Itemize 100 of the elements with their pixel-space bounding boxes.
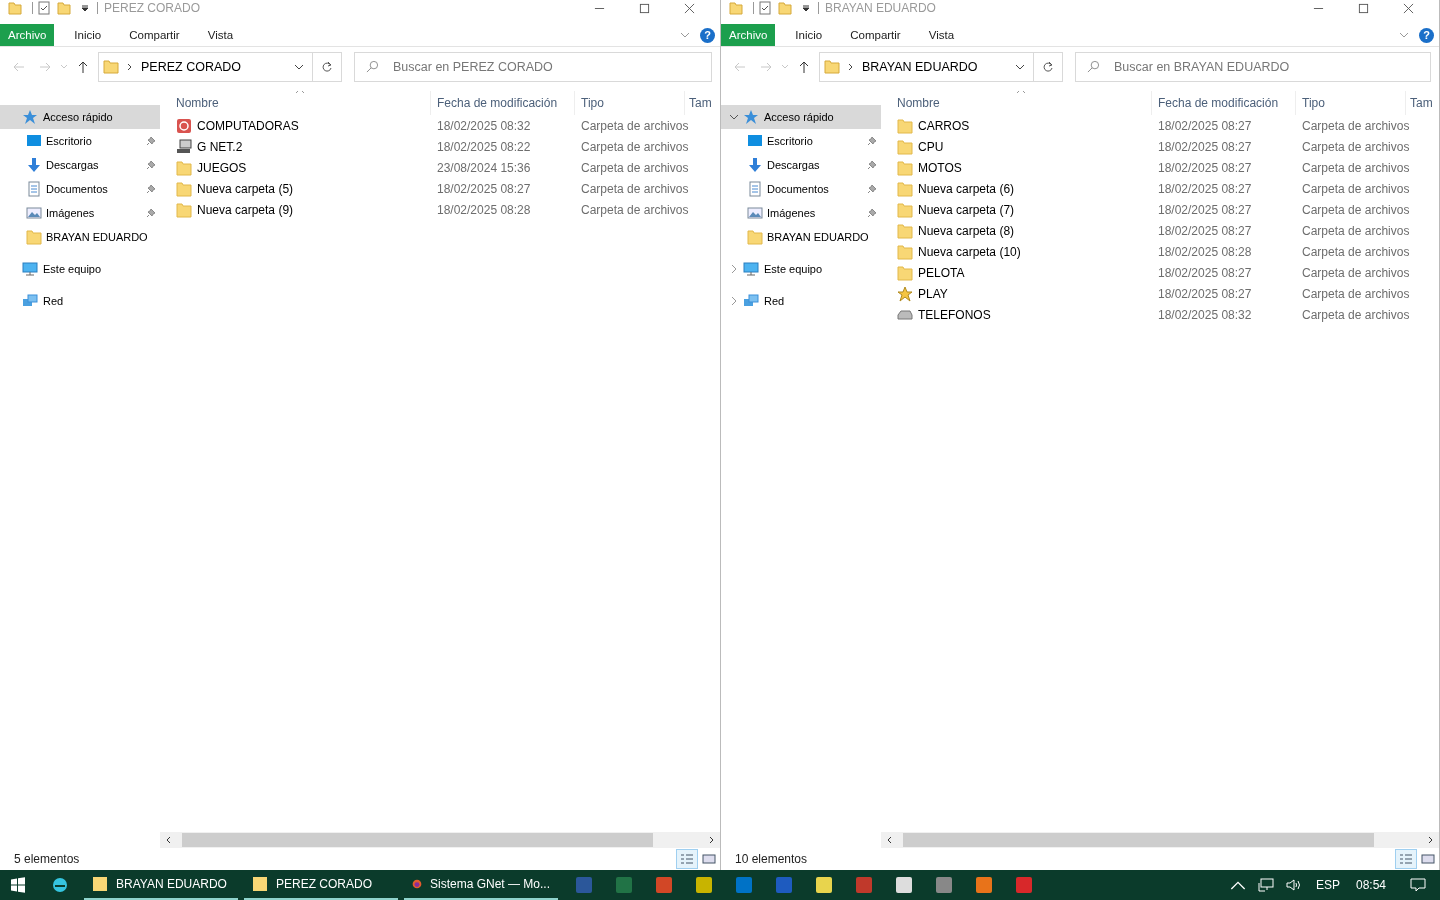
pin-icon[interactable] xyxy=(146,208,156,218)
chevron-down-icon[interactable] xyxy=(680,32,690,38)
nav-item[interactable]: Documentos xyxy=(721,177,881,201)
nav-item[interactable]: Documentos xyxy=(0,177,160,201)
nav-item[interactable]: Este equipo xyxy=(721,257,881,281)
pin-icon[interactable] xyxy=(867,136,877,146)
clock[interactable]: 08:54 xyxy=(1355,878,1386,892)
taskbar-window-button[interactable]: BRAYAN EDUARDO xyxy=(84,870,238,900)
nav-item[interactable]: Imágenes xyxy=(721,201,881,225)
horizontal-scrollbar[interactable] xyxy=(160,832,720,848)
file-row[interactable]: Nueva carpeta (8) 18/02/2025 08:27 Carpeta de archivos xyxy=(891,220,1439,241)
pin-icon[interactable] xyxy=(867,184,877,194)
maximize-icon[interactable] xyxy=(639,2,650,14)
folder-icon[interactable] xyxy=(8,1,22,15)
volume-icon[interactable] xyxy=(1285,878,1302,892)
scroll-thumb[interactable] xyxy=(903,833,1374,847)
file-row[interactable]: Nueva carpeta (6) 18/02/2025 08:27 Carpeta de archivos xyxy=(891,178,1439,199)
help-button[interactable]: ? xyxy=(700,27,715,43)
dropdown-icon[interactable] xyxy=(802,4,810,12)
scroll-thumb[interactable] xyxy=(182,833,653,847)
ribbon-tab[interactable]: Compartir xyxy=(115,24,194,46)
column-header[interactable]: Nombre xyxy=(170,91,431,115)
nav-item[interactable]: Red xyxy=(721,289,881,313)
nav-item[interactable]: Acceso rápido xyxy=(721,105,881,129)
recent-dropdown-icon[interactable] xyxy=(781,64,789,70)
back-arrow-icon[interactable] xyxy=(733,60,747,74)
scroll-right-icon[interactable] xyxy=(1428,836,1434,844)
nav-item[interactable]: BRAYAN EDUARDO xyxy=(721,225,881,249)
nav-item[interactable]: Descargas xyxy=(721,153,881,177)
address-bar[interactable]: BRAYAN EDUARDO xyxy=(819,52,1033,82)
file-row[interactable]: CPU 18/02/2025 08:27 Carpeta de archivos xyxy=(891,136,1439,157)
browser-icon[interactable] xyxy=(52,877,68,893)
nav-item[interactable]: Escritorio xyxy=(721,129,881,153)
ribbon-tab[interactable]: Inicio xyxy=(781,24,837,46)
file-row[interactable]: COMPUTADORAS 18/02/2025 08:32 Carpeta de archivos xyxy=(170,115,720,136)
back-arrow-icon[interactable] xyxy=(12,60,26,74)
horizontal-scrollbar[interactable] xyxy=(881,832,1439,848)
column-header[interactable]: Tam xyxy=(685,91,715,115)
ribbon-tab[interactable]: Vista xyxy=(193,24,248,46)
column-header[interactable]: Nombre xyxy=(891,91,1152,115)
column-header[interactable]: Tam xyxy=(1406,91,1436,115)
taskbar-window-button[interactable]: PEREZ CORADO xyxy=(244,870,398,900)
taskbar-window-button[interactable]: Sistema GNet — Mo... xyxy=(404,870,558,900)
file-row[interactable]: G NET.2 18/02/2025 08:22 Carpeta de archivos xyxy=(170,136,720,157)
forward-arrow-icon[interactable] xyxy=(759,60,773,74)
chevron-down-icon[interactable] xyxy=(1399,32,1409,38)
nav-item[interactable]: Este equipo xyxy=(0,257,160,281)
forward-arrow-icon[interactable] xyxy=(38,60,52,74)
dropdown-icon[interactable] xyxy=(81,4,89,12)
ribbon-tab[interactable]: Compartir xyxy=(836,24,915,46)
maximize-icon[interactable] xyxy=(1358,2,1369,14)
column-header[interactable]: Tipo xyxy=(575,91,685,115)
file-row[interactable]: CARROS 18/02/2025 08:27 Carpeta de archivos xyxy=(891,115,1439,136)
nav-item[interactable]: Imágenes xyxy=(0,201,160,225)
ribbon-tab[interactable]: Inicio xyxy=(60,24,116,46)
file-row[interactable]: Nueva carpeta (5) 18/02/2025 08:27 Carpeta de archivos xyxy=(170,178,720,199)
nav-item[interactable]: Descargas xyxy=(0,153,160,177)
scroll-right-icon[interactable] xyxy=(709,836,715,844)
ribbon-tab[interactable]: Vista xyxy=(914,24,969,46)
close-icon[interactable] xyxy=(684,2,695,14)
chevron-right-icon[interactable] xyxy=(729,296,739,306)
file-row[interactable]: MOTOS 18/02/2025 08:27 Carpeta de archivos xyxy=(891,157,1439,178)
address-bar[interactable]: PEREZ CORADO xyxy=(98,52,312,82)
nav-item[interactable]: BRAYAN EDUARDO xyxy=(0,225,160,249)
pin-icon[interactable] xyxy=(867,160,877,170)
language-indicator[interactable]: ESP xyxy=(1315,878,1340,892)
up-arrow-icon[interactable] xyxy=(797,60,811,74)
file-row[interactable]: PELOTA 18/02/2025 08:27 Carpeta de archivos xyxy=(891,262,1439,283)
close-icon[interactable] xyxy=(1403,2,1414,14)
chevron-down-icon[interactable] xyxy=(729,112,739,122)
nav-item[interactable]: Escritorio xyxy=(0,129,160,153)
nav-item[interactable]: Red xyxy=(0,289,160,313)
windows-logo-icon[interactable] xyxy=(10,877,26,893)
network-icon[interactable] xyxy=(1257,878,1274,892)
properties-icon[interactable] xyxy=(37,1,51,15)
details-view-button[interactable] xyxy=(1395,849,1417,869)
scroll-left-icon[interactable] xyxy=(165,836,171,844)
pin-icon[interactable] xyxy=(146,160,156,170)
new-folder-icon[interactable] xyxy=(57,1,71,15)
search-field[interactable]: Buscar en BRAYAN EDUARDO xyxy=(1075,52,1431,82)
new-folder-icon[interactable] xyxy=(778,1,792,15)
folder-icon[interactable] xyxy=(729,1,743,15)
refresh-button[interactable] xyxy=(312,52,342,82)
scroll-left-icon[interactable] xyxy=(886,836,892,844)
file-row[interactable]: Nueva carpeta (9) 18/02/2025 08:28 Carpeta de archivos xyxy=(170,199,720,220)
search-field[interactable]: Buscar en PEREZ CORADO xyxy=(354,52,712,82)
file-row[interactable]: JUEGOS 23/08/2024 15:36 Carpeta de archivos xyxy=(170,157,720,178)
chevron-right-icon[interactable] xyxy=(729,264,739,274)
pin-icon[interactable] xyxy=(867,208,877,218)
recent-dropdown-icon[interactable] xyxy=(60,64,68,70)
details-view-button[interactable] xyxy=(676,849,698,869)
help-button[interactable]: ? xyxy=(1419,27,1434,43)
file-row[interactable]: PLAY 18/02/2025 08:27 Carpeta de archivos xyxy=(891,283,1439,304)
refresh-button[interactable] xyxy=(1033,52,1063,82)
file-row[interactable]: Nueva carpeta (10) 18/02/2025 08:28 Carpeta de archivos xyxy=(891,241,1439,262)
column-header[interactable]: Fecha de modificación xyxy=(1152,91,1296,115)
up-arrow-icon[interactable] xyxy=(76,60,90,74)
properties-icon[interactable] xyxy=(758,1,772,15)
pin-icon[interactable] xyxy=(146,184,156,194)
notifications-icon[interactable] xyxy=(1410,878,1426,892)
